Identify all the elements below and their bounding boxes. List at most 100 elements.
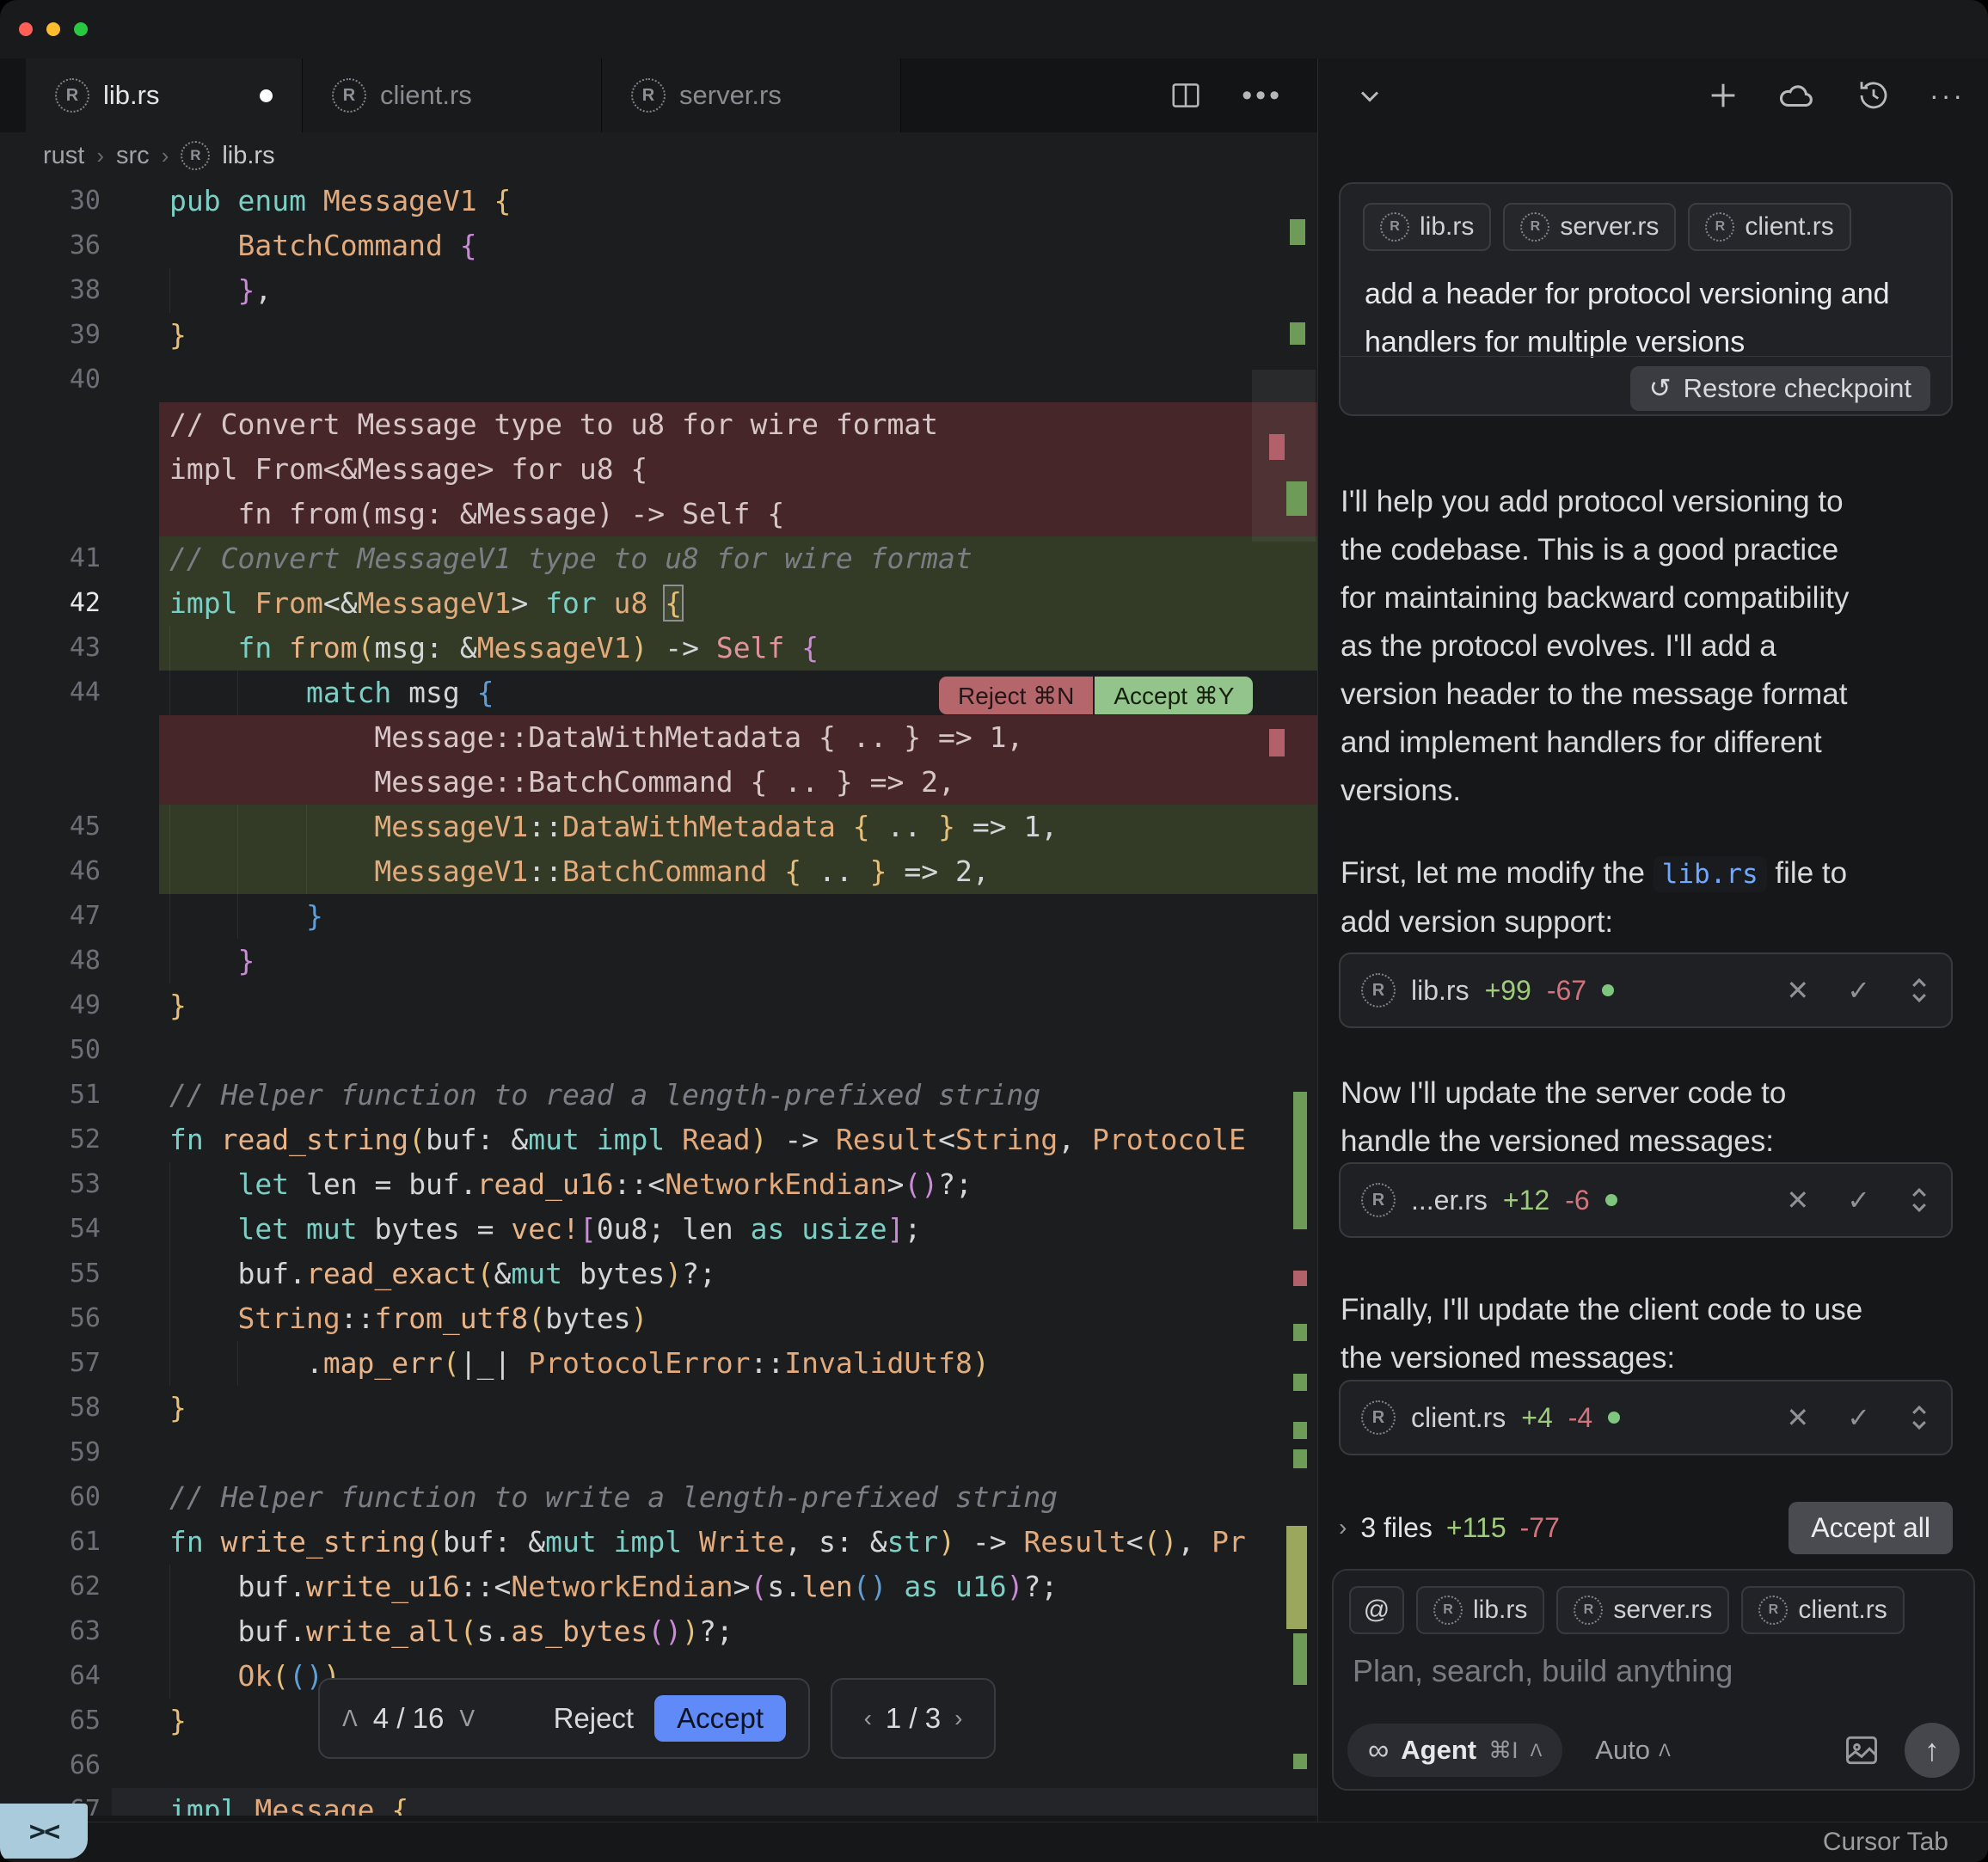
reject-file-icon[interactable]: ✕ [1786, 974, 1809, 1007]
code-line[interactable]: 58} [0, 1386, 1317, 1430]
line-number[interactable]: 45 [0, 805, 101, 849]
line-number[interactable]: 62 [0, 1565, 101, 1609]
code-line[interactable]: 50 [0, 1028, 1317, 1073]
code-line[interactable]: fn from(msg: &Message) -> Self { [0, 492, 1317, 536]
code-line[interactable]: 45 MessageV1::DataWithMetadata { .. } =>… [0, 805, 1317, 849]
accept-all-button[interactable]: Accept all [1789, 1502, 1953, 1554]
attach-image-icon[interactable] [1843, 1731, 1881, 1769]
line-number[interactable]: 40 [0, 358, 101, 402]
line-number[interactable]: 61 [0, 1520, 101, 1565]
tab-lib.rs[interactable]: Rlib.rs [26, 58, 303, 132]
line-number[interactable]: 64 [0, 1654, 101, 1699]
code-line[interactable]: 67impl Message { [0, 1788, 1317, 1816]
code-line[interactable]: Message::DataWithMetadata { .. } => 1, [0, 715, 1317, 760]
line-number[interactable]: 57 [0, 1341, 101, 1386]
reject-button[interactable]: Reject [554, 1702, 635, 1735]
code-line[interactable]: 52fn read_string(buf: &mut impl Read) ->… [0, 1118, 1317, 1162]
line-number[interactable]: 39 [0, 313, 101, 358]
minimize-window-button[interactable] [46, 22, 60, 36]
collapse-chat-icon[interactable] [1354, 81, 1385, 112]
code-line[interactable]: 56 String::from_utf8(bytes) [0, 1296, 1317, 1341]
expand-files-icon[interactable]: › [1339, 1514, 1347, 1541]
line-number[interactable]: 50 [0, 1028, 101, 1073]
cursor-tab-status[interactable]: Cursor Tab [1823, 1828, 1948, 1857]
next-change-icon[interactable]: ᐯ [459, 1706, 475, 1732]
model-selector[interactable]: Auto ᐱ [1595, 1735, 1670, 1766]
line-number[interactable]: 66 [0, 1743, 101, 1788]
line-number[interactable]: 54 [0, 1207, 101, 1252]
file-pill-server.rs[interactable]: Rserver.rs [1503, 203, 1676, 251]
expand-file-icon[interactable] [1908, 1403, 1930, 1432]
file-pill-client.rs[interactable]: Rclient.rs [1741, 1586, 1904, 1634]
code-line[interactable]: 42impl From<&MessageV1> for u8 { [0, 581, 1317, 626]
close-window-button[interactable] [19, 22, 33, 36]
file-pill-lib.rs[interactable]: Rlib.rs [1363, 203, 1491, 251]
reject-file-icon[interactable]: ✕ [1786, 1184, 1809, 1216]
code-line[interactable]: impl From<&Message> for u8 { [0, 447, 1317, 492]
zoom-window-button[interactable] [74, 22, 88, 36]
breadcrumb-item[interactable]: src [116, 142, 150, 170]
cloud-icon[interactable] [1778, 78, 1818, 113]
history-icon[interactable] [1856, 77, 1892, 113]
line-number[interactable]: 63 [0, 1609, 101, 1654]
expand-file-icon[interactable] [1908, 976, 1930, 1005]
file-pill-client.rs[interactable]: Rclient.rs [1688, 203, 1850, 251]
line-number[interactable]: 42 [0, 581, 101, 626]
code-line[interactable]: 60// Helper function to write a length-p… [0, 1475, 1317, 1520]
send-button[interactable]: ↑ [1905, 1723, 1960, 1778]
line-number[interactable]: 43 [0, 626, 101, 671]
tab-client.rs[interactable]: Rclient.rs [303, 58, 602, 132]
code-line[interactable]: 49} [0, 983, 1317, 1028]
line-number[interactable]: 36 [0, 224, 101, 268]
code-line[interactable]: Message::BatchCommand { .. } => 2, [0, 760, 1317, 805]
code-line[interactable]: 40 [0, 358, 1317, 402]
add-context-button[interactable]: @ [1349, 1586, 1404, 1634]
line-number[interactable]: 51 [0, 1073, 101, 1118]
code-line[interactable]: 59 [0, 1430, 1317, 1475]
inline-reject-button[interactable]: Reject ⌘N [939, 677, 1093, 714]
file-pill-lib.rs[interactable]: Rlib.rs [1416, 1586, 1544, 1634]
accept-file-icon[interactable]: ✓ [1847, 1401, 1870, 1434]
code-line[interactable]: 53 let len = buf.read_u16::<NetworkEndia… [0, 1162, 1317, 1207]
line-number[interactable]: 38 [0, 268, 101, 313]
accept-button[interactable]: Accept [654, 1695, 786, 1742]
code-line[interactable]: 54 let mut bytes = vec![0u8; len as usiz… [0, 1207, 1317, 1252]
line-number[interactable]: 47 [0, 894, 101, 939]
code-line[interactable]: 41// Convert MessageV1 type to u8 for wi… [0, 536, 1317, 581]
agent-mode-selector[interactable]: ∞ Agent ⌘I ᐱ [1347, 1724, 1562, 1777]
line-number[interactable]: 52 [0, 1118, 101, 1162]
accept-file-icon[interactable]: ✓ [1847, 974, 1870, 1007]
chat-more-actions-icon[interactable]: ··· [1930, 80, 1965, 112]
line-number[interactable]: 53 [0, 1162, 101, 1207]
chat-input[interactable]: Plan, search, build anything [1353, 1653, 1733, 1689]
code-line[interactable]: 46 MessageV1::BatchCommand { .. } => 2, [0, 849, 1317, 894]
code-line[interactable]: 55 buf.read_exact(&mut bytes)?; [0, 1252, 1317, 1296]
line-number[interactable]: 46 [0, 849, 101, 894]
code-line[interactable]: 39} [0, 313, 1317, 358]
code-line[interactable]: 30pub enum MessageV1 { [0, 179, 1317, 224]
code-line[interactable]: 38 }, [0, 268, 1317, 313]
line-number[interactable]: 56 [0, 1296, 101, 1341]
code-line[interactable]: 48 } [0, 939, 1317, 983]
line-number[interactable]: 44 [0, 671, 101, 715]
editor-more-actions-icon[interactable]: ••• [1242, 79, 1283, 113]
tab-server.rs[interactable]: Rserver.rs [602, 58, 901, 132]
file-diff-card[interactable]: Rlib.rs+99-67✕✓ [1339, 952, 1953, 1028]
code-line[interactable]: 61fn write_string(buf: &mut impl Write, … [0, 1520, 1317, 1565]
line-number[interactable]: 59 [0, 1430, 101, 1475]
expand-file-icon[interactable] [1908, 1185, 1930, 1215]
line-number[interactable]: 55 [0, 1252, 101, 1296]
file-pill-server.rs[interactable]: Rserver.rs [1556, 1586, 1729, 1634]
code-line[interactable]: 47 } [0, 894, 1317, 939]
restore-checkpoint-button[interactable]: ↺ Restore checkpoint [1630, 366, 1930, 411]
inline-accept-button[interactable]: Accept ⌘Y [1095, 677, 1253, 714]
breadcrumb-item[interactable]: rust [43, 142, 84, 170]
line-number[interactable]: 48 [0, 939, 101, 983]
breadcrumb[interactable]: rust › src › R lib.rs [43, 132, 275, 179]
line-number[interactable]: 49 [0, 983, 101, 1028]
prev-change-icon[interactable]: ᐱ [342, 1706, 358, 1732]
code-line[interactable]: 57 .map_err(|_| ProtocolError::InvalidUt… [0, 1341, 1317, 1386]
line-number[interactable]: 41 [0, 536, 101, 581]
code-line[interactable]: 36 BatchCommand { [0, 224, 1317, 268]
split-editor-icon[interactable] [1169, 79, 1202, 112]
